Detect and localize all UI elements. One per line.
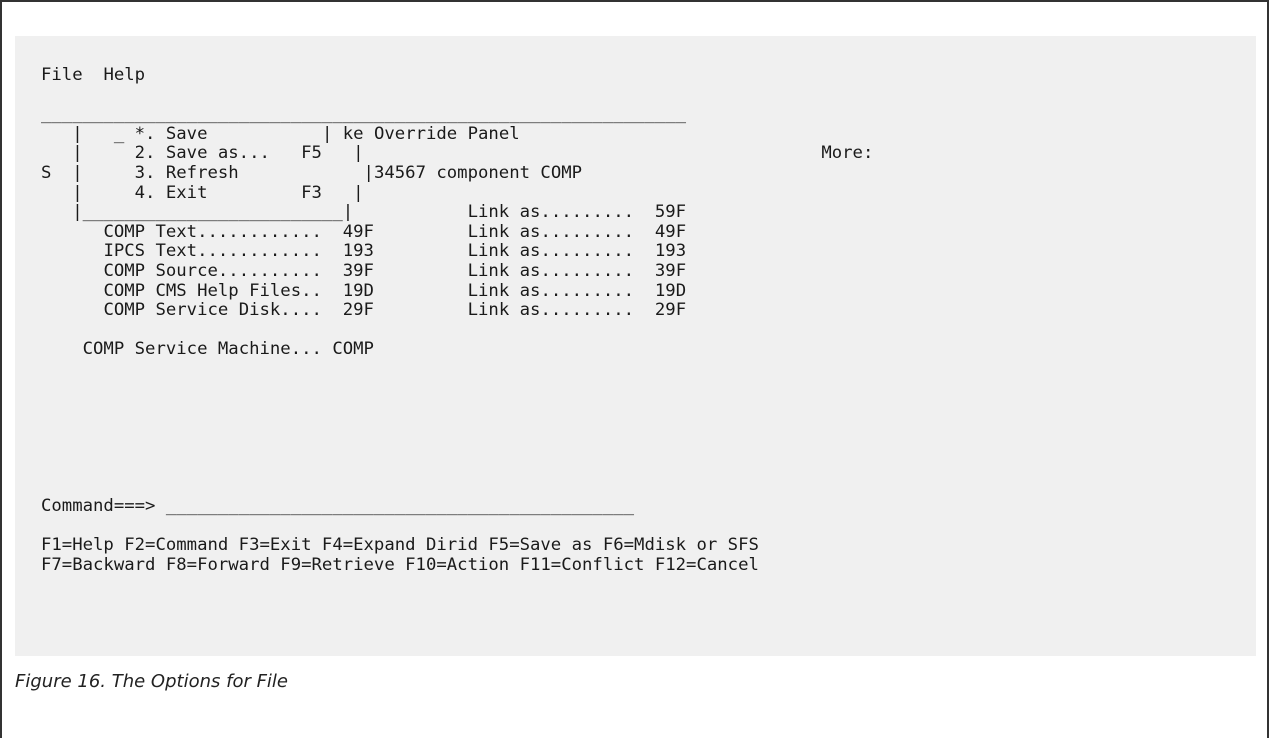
terminal-screen: File Help ______________________________… <box>15 36 1256 656</box>
link-value[interactable]: 29F <box>655 300 686 320</box>
menu-item-save[interactable]: *. Save <box>135 124 208 144</box>
disk-label: COMP Text............ <box>103 221 322 242</box>
disk-value[interactable]: 19D <box>343 281 374 301</box>
disk-label: IPCS Text............ <box>103 241 322 262</box>
command-input[interactable]: ________________________________________… <box>166 496 634 516</box>
disk-value[interactable]: 39F <box>343 261 374 281</box>
menu-key-f3: F3 <box>301 182 322 203</box>
menu-item-exit[interactable]: 4. Exit <box>135 183 208 203</box>
disk-label: COMP Service Disk.... <box>103 300 322 321</box>
disk-value[interactable]: 29F <box>343 300 374 320</box>
service-machine-label: COMP Service Machine... <box>82 339 322 360</box>
menu-help[interactable]: Help <box>103 65 145 85</box>
link-label: Link as......... <box>467 202 635 223</box>
menu-selection-field[interactable]: _ <box>114 124 124 144</box>
link-label: Link as......... <box>467 280 635 301</box>
link-value[interactable]: 59F <box>655 202 686 222</box>
link-value[interactable]: 49F <box>655 222 686 242</box>
service-machine-value[interactable]: COMP <box>332 339 374 360</box>
disk-label: COMP CMS Help Files.. <box>103 280 322 301</box>
link-label: Link as......... <box>467 221 635 242</box>
menu-key-f5: F5 <box>301 143 322 164</box>
link-value[interactable]: 19D <box>655 281 686 301</box>
figure-caption: Figure 16. The Options for File <box>15 671 289 692</box>
link-label: Link as......... <box>467 260 635 281</box>
function-keys-line-2: F7=Backward F8=Forward F9=Retrieve F10=A… <box>41 554 759 575</box>
component-line: 34567 component COMP <box>373 162 583 183</box>
link-value[interactable]: 193 <box>655 241 686 262</box>
panel-title: ke Override Panel <box>332 123 520 144</box>
more-indicator: More: <box>821 143 874 164</box>
menu-item-refresh[interactable]: 3. Refresh <box>135 163 239 183</box>
panel-top-rule: ________________________________________… <box>41 104 687 125</box>
disk-value[interactable]: 49F <box>343 222 374 242</box>
link-label: Link as......... <box>467 300 635 321</box>
command-prompt: Command===> <box>41 496 156 517</box>
link-label: Link as......... <box>467 241 635 262</box>
menu-bottom-rule: _________________________ <box>82 202 343 223</box>
disk-value[interactable]: 193 <box>343 241 374 262</box>
disk-label: COMP Source.......... <box>103 260 322 281</box>
menu-item-save-as[interactable]: 2. Save as... <box>135 143 270 164</box>
function-keys-line-1: F1=Help F2=Command F3=Exit F4=Expand Dir… <box>41 535 759 556</box>
terminal-text: File Help ______________________________… <box>41 65 874 575</box>
menu-file[interactable]: File <box>41 65 83 85</box>
link-value[interactable]: 39F <box>655 261 686 281</box>
s-marker: S <box>41 162 52 183</box>
